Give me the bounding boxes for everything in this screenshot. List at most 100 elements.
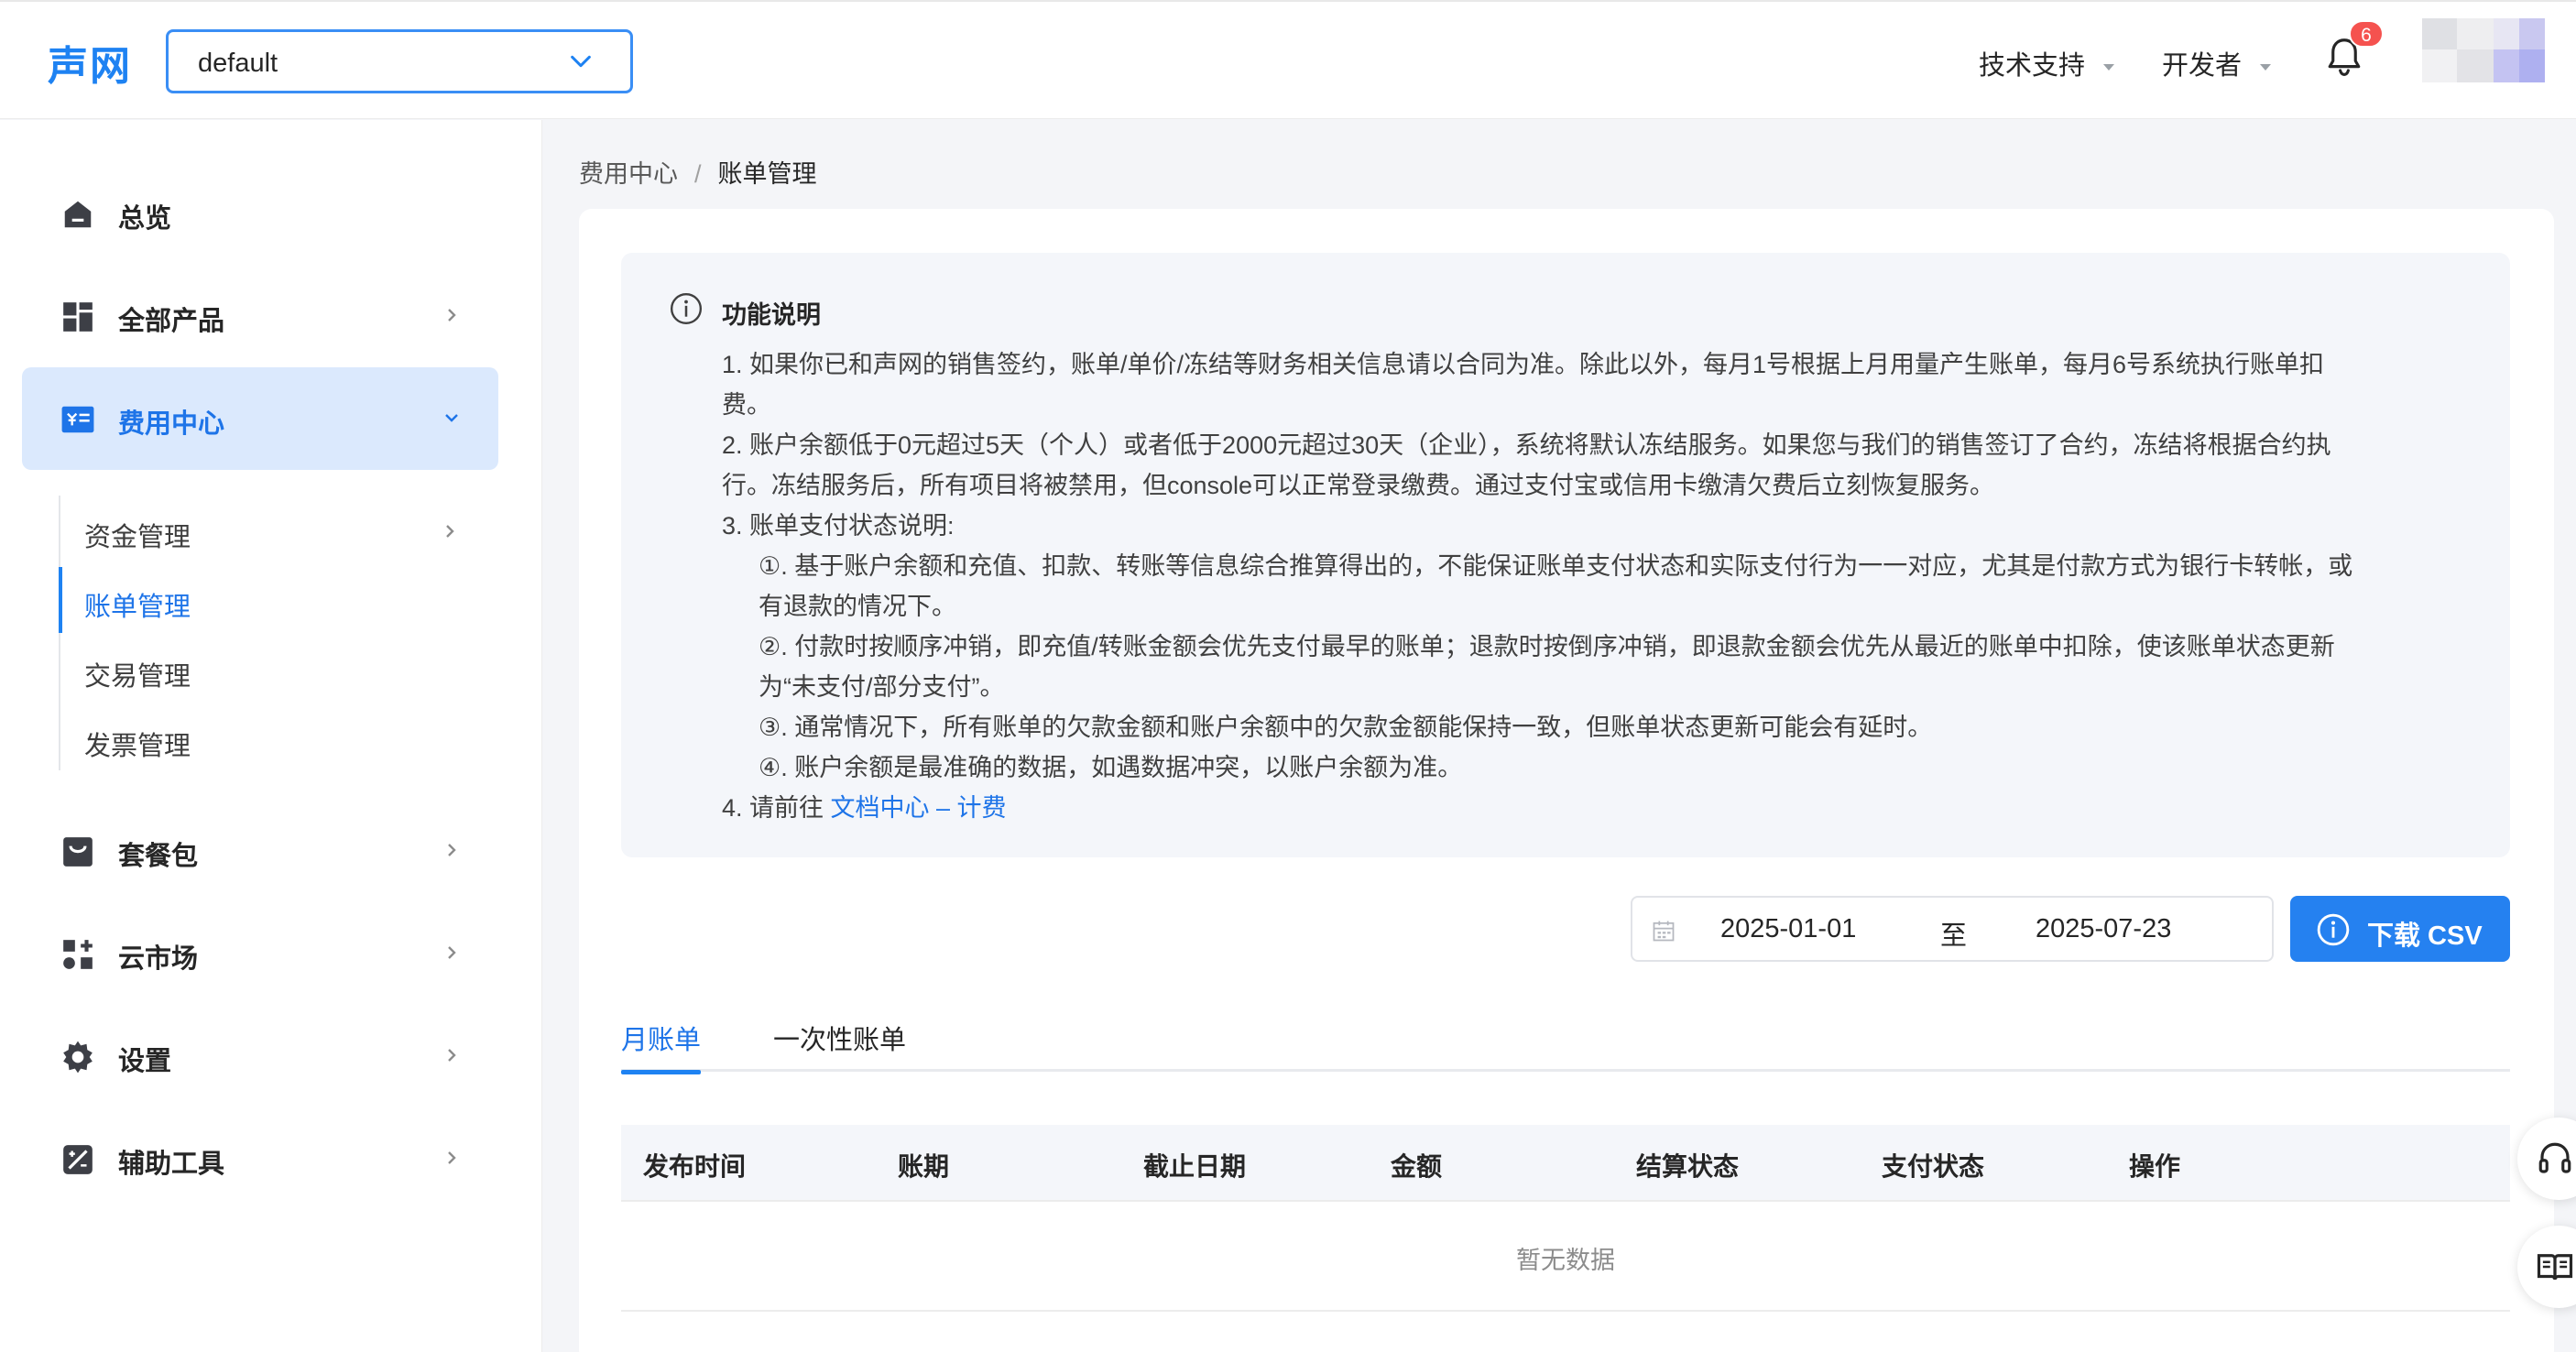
avatar[interactable] xyxy=(2422,18,2545,82)
tool-icon xyxy=(63,1145,93,1174)
sidebar-item-label: 套餐包 xyxy=(118,842,199,871)
end-date[interactable]: 2025-07-23 xyxy=(2036,914,2171,944)
sidebar: 总览 全部产品 费用中心 资金管理 账单管理 交易管理 发票管理 套餐包 云市场… xyxy=(0,120,542,1352)
chevron-right-icon xyxy=(448,309,456,322)
grid-icon xyxy=(63,302,93,332)
sidebar-item-billing-center[interactable]: 费用中心 xyxy=(22,367,498,470)
notice-line: 2. 账户余额低于0元超过5天（个人）或者低于2000元超过30天（企业），系统… xyxy=(722,431,2331,459)
gear-icon xyxy=(63,1041,93,1074)
tab-label: 月账单 xyxy=(621,1026,702,1055)
sidebar-item-settings[interactable]: 设置 xyxy=(22,1005,498,1107)
notice-line: ②. 付款时按顺序冲销，即充值/转账金额会优先支付最早的账单；退款时按倒序冲销，… xyxy=(759,633,2335,660)
sidebar-item-label: 云市场 xyxy=(118,944,199,974)
bills-table: 发布时间 账期 截止日期 金额 结算状态 支付状态 操作 暂无数据 xyxy=(621,1125,2510,1312)
sidebar-item-label: 全部产品 xyxy=(118,307,225,336)
column-header: 账期 xyxy=(898,1152,950,1181)
caret-down-icon xyxy=(2260,63,2272,71)
notice-line: ①. 基于账户余额和充值、扣款、转账等信息综合推算得出的，不能保证账单支付状态和… xyxy=(759,552,2353,580)
sidebar-item-label: 费用中心 xyxy=(118,409,225,439)
chevron-right-icon xyxy=(448,1151,456,1164)
empty-state-text: 暂无数据 xyxy=(1516,1247,1615,1274)
feature-notice: 功能说明 1. 如果你已和声网的销售签约，账单/单价/冻结等财务相关信息请以合同… xyxy=(621,253,2510,857)
sidebar-subitem-label: 交易管理 xyxy=(84,662,191,692)
sidebar-item-overview[interactable]: 总览 xyxy=(22,162,498,265)
sidebar-subitem-bills[interactable]: 账单管理 xyxy=(59,567,500,633)
notice-line: ④. 账户余额是最准确的数据，如遇数据冲突，以账户余额为准。 xyxy=(759,754,1463,781)
chevron-right-icon xyxy=(448,946,456,959)
sidebar-item-tools[interactable]: 辅助工具 xyxy=(22,1107,498,1210)
start-date[interactable]: 2025-01-01 xyxy=(1720,914,1856,944)
active-tab-underline xyxy=(621,1070,702,1074)
notification-badge: 6 xyxy=(2349,20,2384,48)
notice-line: ③. 通常情况下，所有账单的欠款金额和账户余额中的欠款金额能保持一致，但账单状态… xyxy=(759,714,1933,741)
breadcrumb-current: 账单管理 xyxy=(717,160,817,188)
notice-line: 为“未支付/部分支付”。 xyxy=(759,673,1005,701)
tech-support-menu[interactable]: 技术支持 xyxy=(1979,44,2115,82)
download-csv-button[interactable]: 下载 CSV xyxy=(2290,896,2510,962)
notice-line: 4. 请前往 文档中心 – 计费 xyxy=(722,788,2462,828)
info-icon xyxy=(670,292,703,325)
sidebar-subitem-label: 发票管理 xyxy=(84,732,191,761)
column-header: 发布时间 xyxy=(643,1152,747,1181)
notice-body: 1. 如果你已和声网的销售签约，账单/单价/冻结等财务相关信息请以合同为准。除此… xyxy=(722,344,2462,828)
column-header: 支付状态 xyxy=(1882,1152,1985,1181)
column-header: 截止日期 xyxy=(1143,1152,1247,1181)
caret-down-icon xyxy=(2103,63,2115,71)
notice-link-prefix: 4. 请前往 xyxy=(722,794,831,822)
sidebar-subitem-transactions[interactable]: 交易管理 xyxy=(60,642,500,697)
sidebar-subitem-invoices[interactable]: 发票管理 xyxy=(60,712,500,767)
tab-label: 一次性账单 xyxy=(773,1026,907,1055)
breadcrumb-parent[interactable]: 费用中心 xyxy=(579,160,678,188)
breadcrumb: 费用中心 / 账单管理 xyxy=(579,154,817,190)
table-body: 暂无数据 xyxy=(621,1202,2510,1312)
bill-tabs: 月账单 一次性账单 xyxy=(621,1008,2510,1074)
docs-billing-link[interactable]: 文档中心 – 计费 xyxy=(831,794,1007,822)
developer-menu[interactable]: 开发者 xyxy=(2162,44,2272,82)
column-header: 结算状态 xyxy=(1636,1152,1740,1181)
sidebar-subitem-label: 账单管理 xyxy=(84,593,191,622)
tab-monthly-bills[interactable]: 月账单 xyxy=(621,1019,702,1074)
project-select-value: default xyxy=(198,49,278,78)
chevron-right-icon xyxy=(448,844,456,856)
column-header: 操作 xyxy=(2129,1152,2181,1181)
developer-label: 开发者 xyxy=(2162,51,2243,81)
sidebar-item-label: 辅助工具 xyxy=(118,1150,225,1179)
chevron-right-icon xyxy=(446,525,454,538)
sidebar-item-cloud-market[interactable]: 云市场 xyxy=(22,902,498,1005)
sidebar-subitem-funds[interactable]: 资金管理 xyxy=(60,503,500,558)
project-select[interactable]: default xyxy=(166,29,633,93)
bag-icon xyxy=(63,837,93,867)
notice-title: 功能说明 xyxy=(722,301,821,329)
sidebar-item-label: 总览 xyxy=(118,204,172,234)
notice-line: 费。 xyxy=(722,391,771,419)
date-range-separator: 至 xyxy=(1940,921,1968,951)
chevron-right-icon xyxy=(448,1049,456,1062)
download-csv-label: 下载 CSV xyxy=(2367,921,2483,951)
headset-icon xyxy=(2538,1142,2571,1173)
notice-line: 3. 账单支付状态说明: xyxy=(722,512,955,540)
active-indicator xyxy=(59,567,62,633)
date-range-picker[interactable]: 2025-01-01 至 2025-07-23 xyxy=(1631,896,2274,962)
notice-line: 1. 如果你已和声网的销售签约，账单/单价/冻结等财务相关信息请以合同为准。除此… xyxy=(722,351,2325,378)
home-icon xyxy=(64,201,92,228)
table-header: 发布时间 账期 截止日期 金额 结算状态 支付状态 操作 xyxy=(621,1125,2510,1202)
sidebar-subitem-label: 资金管理 xyxy=(84,523,191,552)
sidebar-item-all-products[interactable]: 全部产品 xyxy=(22,265,498,367)
notice-line: 有退款的情况下。 xyxy=(759,593,956,620)
breadcrumb-separator: / xyxy=(694,160,702,188)
notice-line: 行。冻结服务后，所有项目将被禁用，但console可以正常登录缴费。通过支付宝或… xyxy=(722,472,1995,499)
market-icon xyxy=(63,940,93,969)
tab-one-time-bills[interactable]: 一次性账单 xyxy=(773,1019,906,1072)
sidebar-item-packages[interactable]: 套餐包 xyxy=(22,800,498,902)
chevron-down-icon xyxy=(571,55,591,68)
sidebar-item-label: 设置 xyxy=(118,1047,172,1076)
main-card: 功能说明 1. 如果你已和声网的销售签约，账单/单价/冻结等财务相关信息请以合同… xyxy=(579,209,2554,1352)
info-icon xyxy=(2317,913,2350,946)
book-icon xyxy=(2537,1254,2573,1281)
brand-logo[interactable]: 声网 xyxy=(48,33,132,92)
chevron-down-icon xyxy=(445,414,458,422)
calendar-icon xyxy=(1653,921,1675,942)
column-header: 金额 xyxy=(1391,1152,1443,1181)
tech-support-label: 技术支持 xyxy=(1979,51,2086,81)
top-bar: 声网 default 技术支持 开发者 6 xyxy=(0,0,2576,119)
